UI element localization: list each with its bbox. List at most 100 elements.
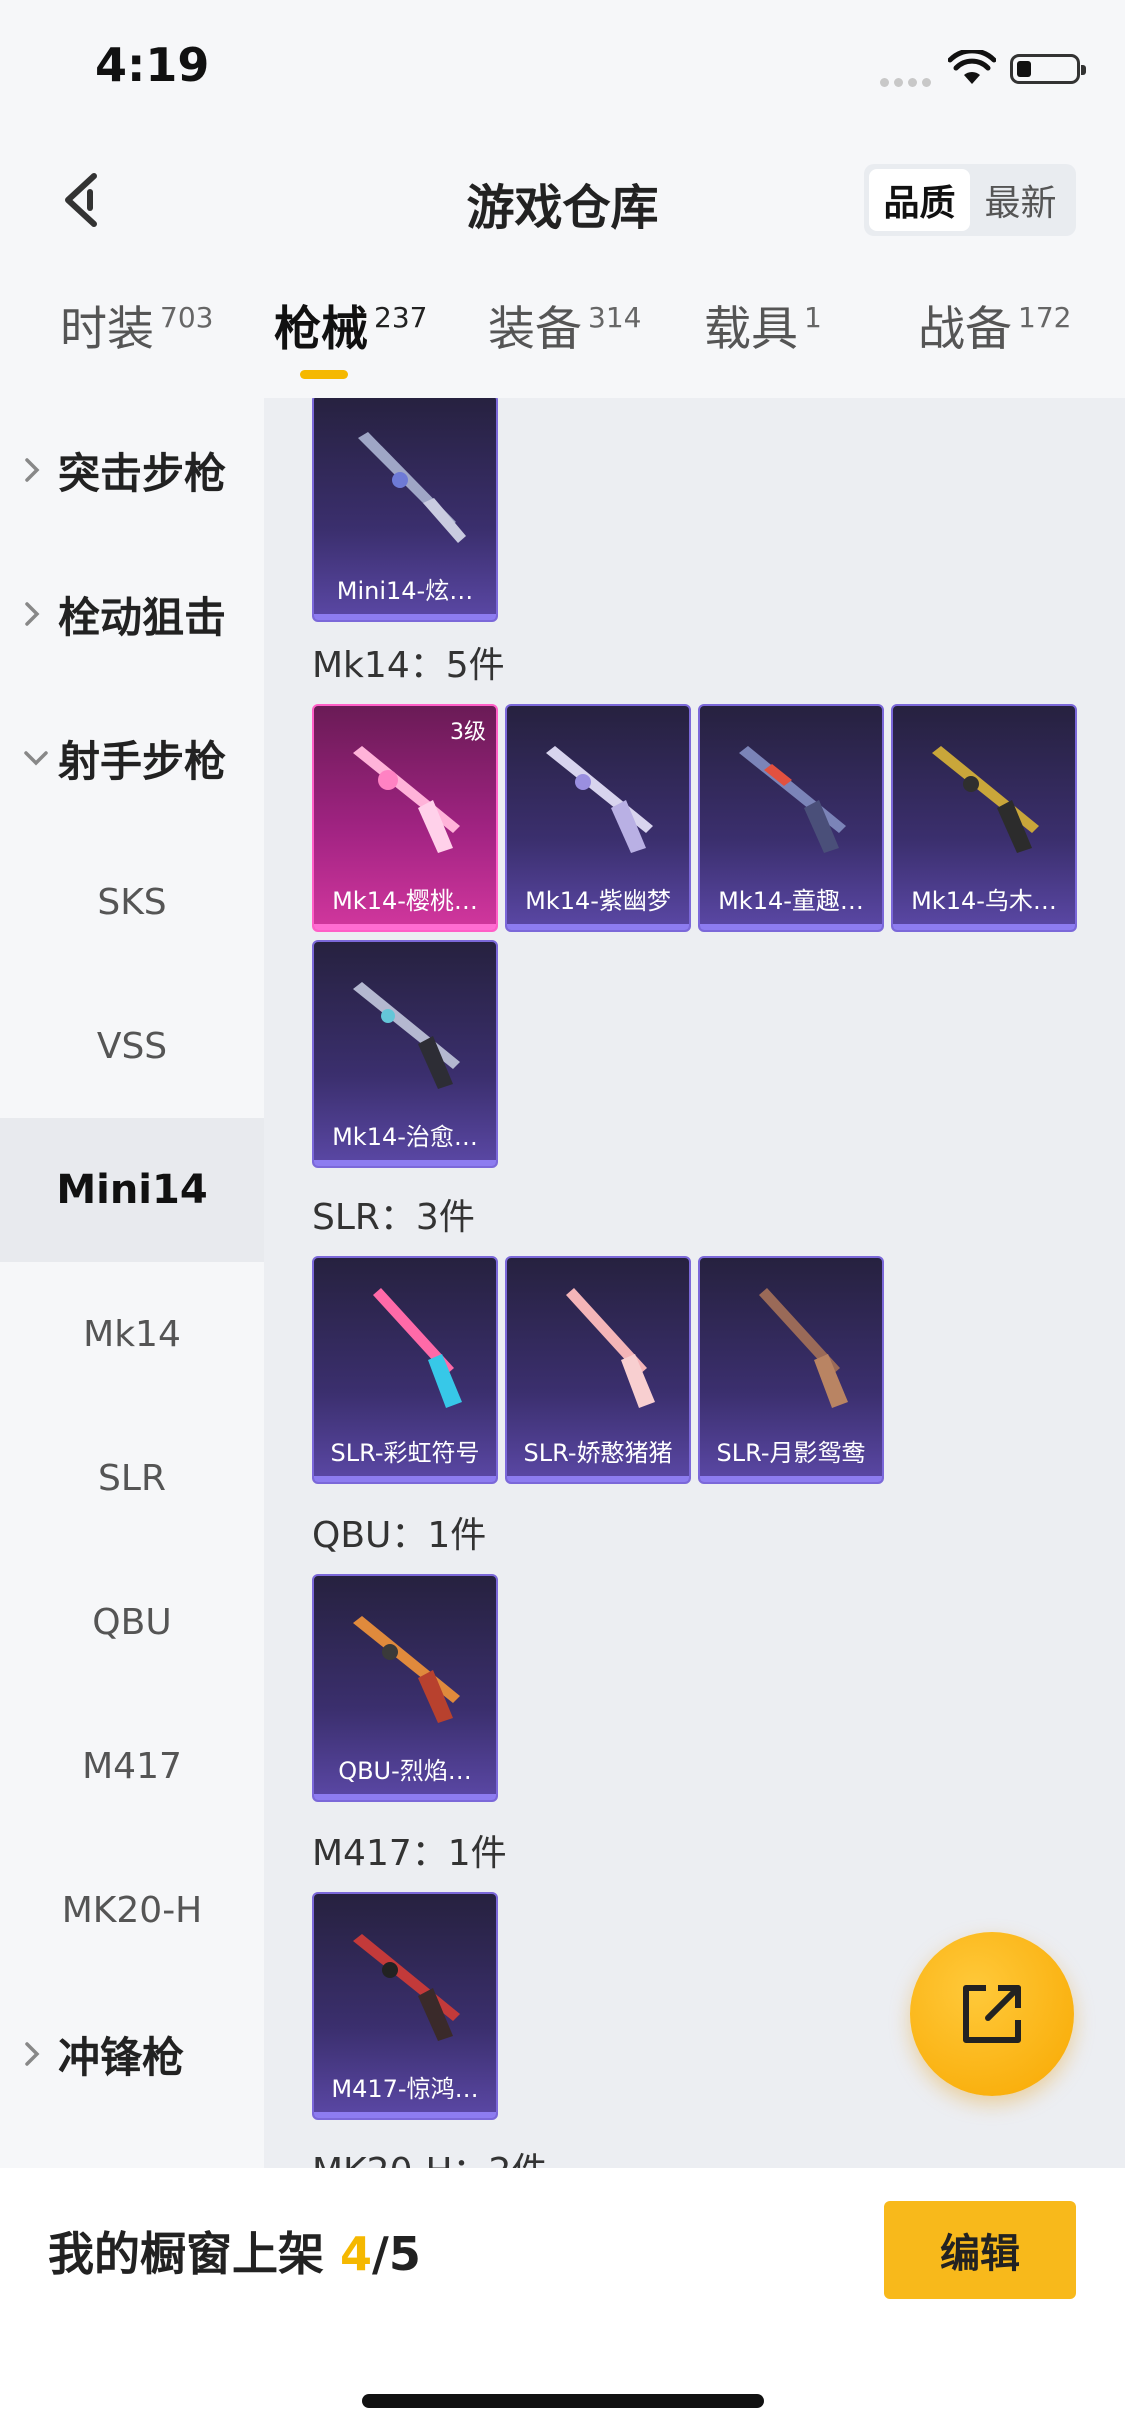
item-card-name: Mk14-乌木… bbox=[911, 887, 1057, 915]
chevron-right-icon bbox=[22, 456, 52, 484]
item-card-name: Mk14-樱桃… bbox=[332, 887, 478, 915]
sidebar-item-vss[interactable]: VSS bbox=[0, 974, 264, 1118]
item-card[interactable]: QBU-烈焰… bbox=[312, 1574, 498, 1802]
section-title: SLR：3件 bbox=[312, 1197, 475, 1238]
item-card-name: SLR-月影鸳鸯 bbox=[716, 1439, 866, 1467]
signal-icon bbox=[880, 72, 936, 87]
chevron-down-icon bbox=[22, 748, 52, 768]
tab-label: 装备 bbox=[488, 302, 582, 357]
sidebar-item-mini14[interactable]: Mini14 bbox=[0, 1118, 264, 1262]
tab-count: 703 bbox=[160, 301, 214, 334]
item-card[interactable]: M417-惊鸿… bbox=[312, 1892, 498, 2120]
item-card[interactable]: 3级 Mk14-樱桃… bbox=[312, 704, 498, 932]
item-level-badge: 3级 bbox=[450, 720, 486, 745]
share-icon bbox=[963, 1985, 1021, 2043]
shelf-label: 我的橱窗上架 bbox=[48, 2227, 324, 2281]
sidebar-item-mk20h[interactable]: MK20-H bbox=[0, 1838, 264, 1982]
active-tab-indicator bbox=[300, 370, 348, 379]
header: 游戏仓库 品质 最新 bbox=[0, 140, 1125, 260]
sidebar-item-bolt-sniper[interactable]: 栓动狙击 bbox=[0, 542, 264, 686]
sidebar-item-label: Mk14 bbox=[83, 1313, 181, 1355]
sidebar-item-label: 突击步枪 bbox=[58, 448, 227, 498]
rifle-icon bbox=[546, 746, 653, 853]
sidebar-item-slr[interactable]: SLR bbox=[0, 1406, 264, 1550]
tab-label: 枪械 bbox=[274, 302, 368, 357]
tab-fashion[interactable]: 时装 703 bbox=[60, 290, 213, 380]
sidebar-item-m417[interactable]: M417 bbox=[0, 1694, 264, 1838]
edit-button[interactable]: 编辑 bbox=[884, 2201, 1076, 2299]
tab-label: 时装 bbox=[60, 302, 154, 357]
rifle-icon bbox=[353, 1616, 460, 1723]
item-card[interactable]: SLR-月影鸳鸯 bbox=[698, 1256, 884, 1484]
tab-guns[interactable]: 枪械 237 bbox=[274, 290, 427, 380]
sidebar-item-label: QBU bbox=[92, 1601, 172, 1643]
tab-count: 172 bbox=[1018, 301, 1072, 334]
tab-count: 237 bbox=[374, 301, 428, 334]
sidebar-item-label: SLR bbox=[98, 1457, 166, 1499]
tab-count: 314 bbox=[588, 301, 642, 334]
tab-count: 1 bbox=[804, 301, 822, 334]
item-card-name: Mk14-治愈… bbox=[332, 1123, 478, 1151]
rifle-icon bbox=[353, 746, 460, 853]
sidebar-item-label: Mini14 bbox=[56, 1167, 208, 1213]
item-card[interactable]: SLR-娇憨猪猪 bbox=[505, 1256, 691, 1484]
item-card[interactable]: Mini14-炫… bbox=[312, 398, 498, 622]
rifle-icon bbox=[373, 1288, 462, 1408]
sidebar-item-label: SKS bbox=[97, 881, 167, 923]
item-card[interactable]: Mk14-紫幽梦 bbox=[505, 704, 691, 932]
sort-newest-button[interactable]: 最新 bbox=[970, 169, 1071, 231]
item-card-name: SLR-彩虹符号 bbox=[330, 1439, 480, 1467]
sidebar-item-label: VSS bbox=[96, 1025, 168, 1067]
battery-icon bbox=[1010, 54, 1086, 84]
home-indicator bbox=[362, 2394, 764, 2408]
shelf-total-count: /5 bbox=[372, 2227, 421, 2281]
tab-label: 战备 bbox=[918, 302, 1012, 357]
item-card-name: Mk14-紫幽梦 bbox=[525, 887, 671, 915]
tab-equipment[interactable]: 装备 314 bbox=[488, 290, 641, 380]
tab-vehicles[interactable]: 载具 1 bbox=[704, 290, 822, 380]
item-card-name: Mini14-炫… bbox=[336, 577, 474, 605]
share-button[interactable] bbox=[910, 1932, 1074, 2096]
item-card[interactable]: Mk14-乌木… bbox=[891, 704, 1077, 932]
sidebar-item-marksman-rifle[interactable]: 射手步枪 bbox=[0, 686, 264, 830]
item-card-name: M417-惊鸿… bbox=[331, 2075, 479, 2103]
item-card-name: Mk14-童趣… bbox=[718, 887, 864, 915]
status-bar: 4:19 bbox=[0, 0, 1125, 135]
sidebar-item-label: 栓动狙击 bbox=[58, 592, 227, 642]
sort-quality-button[interactable]: 品质 bbox=[869, 169, 970, 231]
sidebar: 突击步枪 栓动狙击 射手步枪 SKS VSS Mini14 Mk14 SLR Q… bbox=[0, 398, 264, 2168]
rifle-icon bbox=[358, 432, 466, 543]
item-grid: Mini14-炫… Mk14：5件 3级 Mk14-樱桃… Mk14-紫幽梦 M… bbox=[264, 398, 1125, 2168]
item-card[interactable]: Mk14-童趣… bbox=[698, 704, 884, 932]
section-title: MK20-H：2件 bbox=[312, 2142, 547, 2168]
item-card-name: QBU-烈焰… bbox=[338, 1757, 472, 1785]
status-time: 4:19 bbox=[95, 38, 210, 92]
rifle-icon bbox=[566, 1288, 655, 1408]
section-title: QBU：1件 bbox=[312, 1515, 487, 1556]
chevron-right-icon bbox=[22, 600, 52, 628]
rifle-icon bbox=[739, 746, 846, 853]
item-card[interactable]: Mk14-治愈… bbox=[312, 940, 498, 1168]
sidebar-item-label: MK20-H bbox=[61, 1889, 203, 1931]
wifi-icon bbox=[948, 50, 996, 84]
sidebar-item-mk14[interactable]: Mk14 bbox=[0, 1262, 264, 1406]
sidebar-item-sks[interactable]: SKS bbox=[0, 830, 264, 974]
shelf-status: 我的橱窗上架 4/5 bbox=[48, 2218, 421, 2284]
rifle-icon bbox=[932, 746, 1039, 853]
rifle-icon bbox=[353, 1934, 460, 2041]
item-card[interactable]: SLR-彩虹符号 bbox=[312, 1256, 498, 1484]
item-card-name: SLR-娇憨猪猪 bbox=[523, 1439, 673, 1467]
sidebar-item-smg[interactable]: 冲锋枪 bbox=[0, 1982, 264, 2126]
sidebar-item-qbu[interactable]: QBU bbox=[0, 1550, 264, 1694]
section-title: M417：1件 bbox=[312, 1833, 507, 1874]
shelf-current-count: 4 bbox=[340, 2227, 373, 2281]
chevron-right-icon bbox=[22, 2040, 52, 2068]
category-tabs: 时装 703 枪械 237 装备 314 载具 1 战备 172 bbox=[0, 290, 1125, 395]
bottom-bar: 我的橱窗上架 4/5 编辑 bbox=[0, 2168, 1125, 2436]
sort-toggle: 品质 最新 bbox=[864, 164, 1076, 236]
section-title: Mk14：5件 bbox=[312, 645, 505, 686]
tab-supplies[interactable]: 战备 172 bbox=[918, 290, 1071, 380]
sidebar-item-label: M417 bbox=[82, 1745, 182, 1787]
sidebar-item-assault-rifle[interactable]: 突击步枪 bbox=[0, 398, 264, 542]
rifle-icon bbox=[759, 1288, 848, 1408]
